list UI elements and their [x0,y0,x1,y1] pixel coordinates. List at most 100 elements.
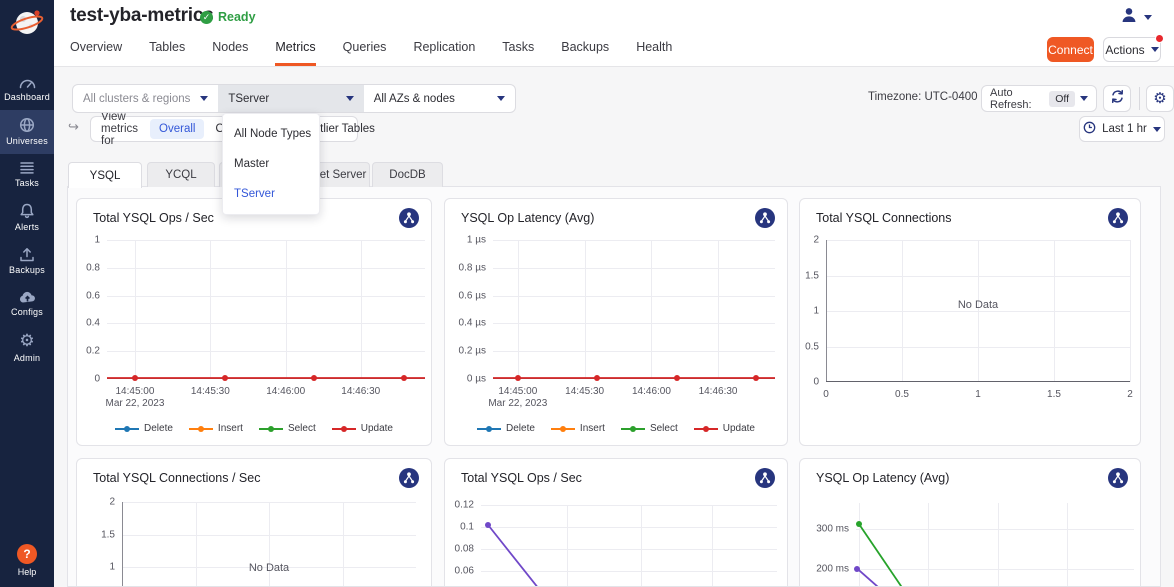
metric-tab-docdb[interactable]: DocDB [372,162,443,187]
metric-tab-ysql[interactable]: YSQL [68,162,142,188]
chevron-down-icon [497,96,505,101]
sidebar-item-tasks[interactable]: Tasks [0,154,54,196]
auto-refresh-dropdown[interactable]: Auto Refresh: Off [981,85,1097,112]
page-title: test-yba-metrics [70,5,214,27]
tab-metrics[interactable]: Metrics [275,40,315,66]
plot-area: 2 1.5 1 No Data [122,502,416,587]
sidebar: Dashboard Universes Tasks [0,0,54,587]
upload-icon [18,247,36,262]
yugabyte-logo-icon[interactable] [0,0,54,46]
no-data-label: No Data [249,562,289,574]
y-axis [826,240,827,382]
legend-item[interactable]: Insert [551,423,605,434]
legend-item[interactable]: Update [694,423,755,434]
x-axis-date: Mar 22, 2023 [106,398,165,409]
chart-menu-icon[interactable] [755,468,775,488]
menu-item-master[interactable]: Master [223,149,319,179]
legend-item[interactable]: Delete [477,423,535,434]
plot-area: 2 1.5 1 0.5 0 0 0.5 1 1.5 2 No Data [826,240,1130,382]
user-icon [1120,6,1138,28]
hook-arrow-icon: ↪ [68,119,79,135]
y-axis [122,502,123,587]
node-type-dropdown[interactable]: TServer [218,85,363,112]
x-axis [826,381,1130,382]
tab-tables[interactable]: Tables [149,40,185,66]
sidebar-item-help[interactable]: ? Help [0,544,54,577]
refresh-button[interactable] [1103,85,1131,112]
sidebar-item-label: Alerts [15,222,39,232]
chevron-down-icon [1151,47,1159,52]
sidebar-item-label: Admin [14,353,41,363]
tab-queries[interactable]: Queries [343,40,387,66]
chart-ysql-op-latency: YSQL Op Latency (Avg) 1 µs 0.8 µs 0.6 µs… [444,198,788,446]
x-axis-date: Mar 22, 2023 [488,398,547,409]
legend-item[interactable]: Delete [115,423,173,434]
chart-menu-icon[interactable] [1108,208,1128,228]
connect-button[interactable]: Connect [1047,37,1094,62]
sidebar-item-label: Configs [11,307,43,317]
sidebar-item-label: Backups [9,265,45,275]
legend-item[interactable]: Select [259,423,316,434]
segment-overall[interactable]: Overall [150,119,204,139]
menu-item-all-node-types[interactable]: All Node Types [223,119,319,149]
chart-menu-icon[interactable] [755,208,775,228]
sidebar-item-dashboard[interactable]: Dashboard [0,68,54,110]
auto-refresh-value: Off [1049,91,1075,107]
notification-dot [1155,34,1164,43]
plot-area: 0.12 0.1 0.08 0.06 [481,505,777,587]
menu-item-tserver[interactable]: TServer [223,179,319,209]
app-root: Dashboard Universes Tasks [0,0,1174,587]
chart-title: Total YSQL Connections [816,211,952,225]
chart-title: Total YSQL Ops / Sec [461,471,582,485]
plot-area: 300 ms 200 ms [856,503,1134,587]
chart-legend: Delete Insert Select Update [445,423,787,434]
user-menu[interactable] [1120,6,1152,28]
tab-replication[interactable]: Replication [413,40,475,66]
timezone-label: Timezone: UTC-0400 [868,91,978,103]
settings-button[interactable]: ⚙ [1146,85,1174,112]
chart-menu-icon[interactable] [1108,468,1128,488]
help-label: Help [18,567,37,577]
time-range-dropdown[interactable]: Last 1 hr [1079,116,1165,142]
azs-nodes-dropdown[interactable]: All AZs & nodes [364,85,515,112]
clusters-regions-dropdown[interactable]: All clusters & regions [73,85,218,112]
check-icon: ✓ [200,11,213,24]
chevron-down-icon [346,96,354,101]
no-data-label: No Data [958,299,998,311]
cloud-icon [18,290,37,304]
metric-tab-ycql[interactable]: YCQL [147,162,215,187]
chart-total-ysql-connections: Total YSQL Connections 2 1.5 1 0.5 0 0 0… [799,198,1141,446]
chart-title: Total YSQL Ops / Sec [93,211,214,225]
sidebar-item-configs[interactable]: Configs [0,283,54,325]
tab-overview[interactable]: Overview [70,40,122,66]
chart-title: YSQL Op Latency (Avg) [816,471,949,485]
plot-area: 1 0.8 0.6 0.4 0.2 0 14:45:00 14:45:30 14… [107,240,425,379]
view-metrics-for-label: View metrics for [91,111,148,147]
chevron-down-icon [1144,15,1152,20]
sidebar-item-universes[interactable]: Universes [0,110,54,154]
tab-backups[interactable]: Backups [561,40,609,66]
main-area: test-yba-metrics ✓ Ready Overview Tables… [54,0,1174,587]
legend-item[interactable]: Select [621,423,678,434]
tab-nodes[interactable]: Nodes [212,40,248,66]
refresh-icon [1110,89,1125,109]
sidebar-item-admin[interactable]: ⚙ Admin [0,325,54,371]
legend-item[interactable]: Insert [189,423,243,434]
chart-ysql-op-latency-2: YSQL Op Latency (Avg) 300 ms 200 ms [799,458,1141,587]
chart-menu-icon[interactable] [399,208,419,228]
chevron-down-icon [1153,127,1161,132]
chart-menu-icon[interactable] [399,468,419,488]
node-type-menu: All Node Types Master TServer [222,113,320,215]
chart-total-ysql-ops-sec-2: Total YSQL Ops / Sec 0.12 0.1 0.08 0.06 [444,458,788,587]
actions-button[interactable]: Actions [1103,37,1161,62]
sidebar-item-backups[interactable]: Backups [0,240,54,283]
tab-health[interactable]: Health [636,40,672,66]
legend-item[interactable]: Update [332,423,393,434]
universe-nav-tabs: Overview Tables Nodes Metrics Queries Re… [70,40,672,66]
chart-title: YSQL Op Latency (Avg) [461,211,594,225]
tab-tasks[interactable]: Tasks [502,40,534,66]
sidebar-item-label: Dashboard [4,92,50,102]
chart-total-ysql-ops-sec: Total YSQL Ops / Sec 1 0.8 0.6 0.4 0.2 0… [76,198,432,446]
chart-title: Total YSQL Connections / Sec [93,471,260,485]
sidebar-item-alerts[interactable]: Alerts [0,196,54,240]
